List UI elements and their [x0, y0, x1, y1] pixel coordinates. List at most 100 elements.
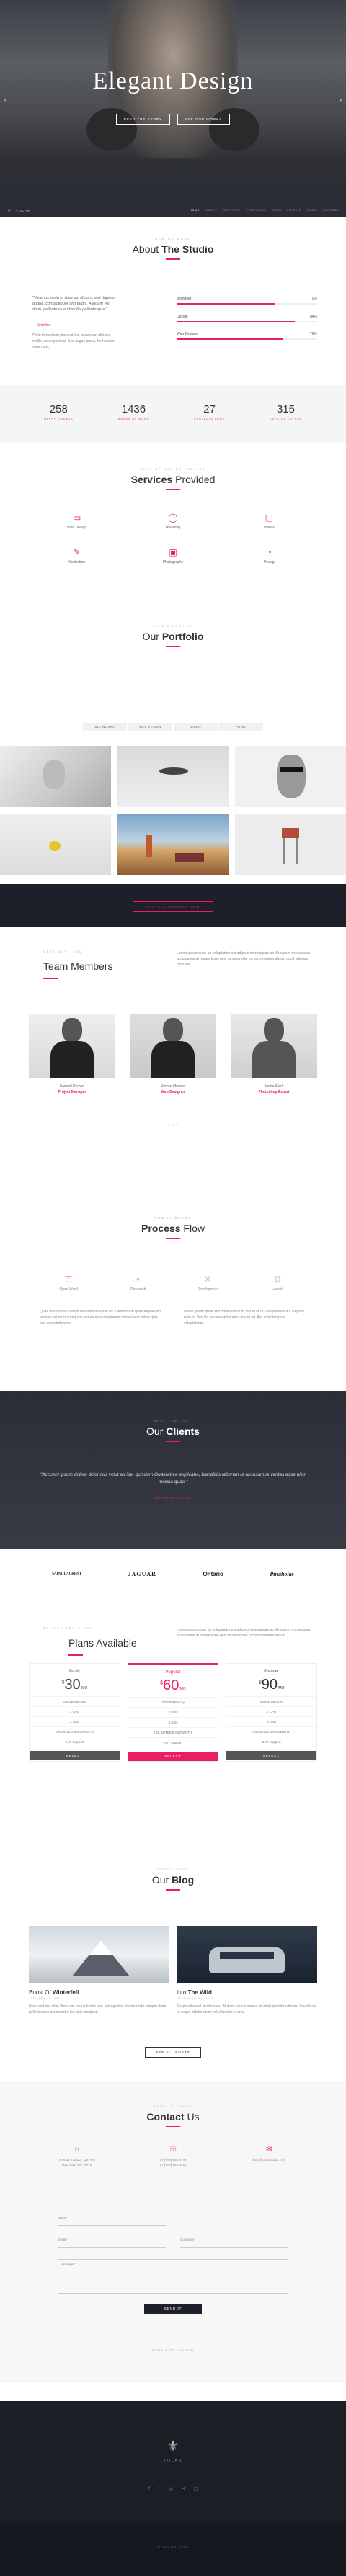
- service-item[interactable]: ◯ Branding: [125, 513, 221, 530]
- plan-feature: 500GB Memory: [226, 1696, 317, 1706]
- hero-title: Elegant Design: [92, 68, 254, 94]
- stat-label: CUPS OF COFFEE: [270, 418, 302, 420]
- twitter-icon[interactable]: t: [159, 2487, 160, 2492]
- step-label: Research: [130, 1287, 146, 1292]
- blog-post[interactable]: Into The Wild DECEMBER 03, 2015 Suspendiss…: [177, 1989, 317, 2015]
- process-step[interactable]: ✕ Development: [182, 1274, 234, 1294]
- portfolio-item-chair[interactable]: [235, 814, 346, 875]
- instagram-icon[interactable]: ◻: [193, 2487, 198, 2492]
- nav-item-portfolio[interactable]: PORTFOLIO: [246, 208, 266, 212]
- scroll-top-link[interactable]: SCROLL TO THE TOP: [0, 2348, 346, 2352]
- clients-title: Our Clients: [146, 1426, 200, 1437]
- step-label: Launch: [271, 1287, 284, 1292]
- portfolio-item-lemon[interactable]: [0, 814, 111, 875]
- stat-item: 27 PROJECTS DONE: [194, 403, 225, 420]
- portfolio-title: Our Portfolio: [142, 631, 204, 642]
- portfolio-item-glasses[interactable]: [235, 746, 346, 807]
- nav-item-pricing[interactable]: PRICING: [287, 208, 301, 212]
- dribbble-icon[interactable]: ◎: [169, 2487, 173, 2492]
- team-member[interactable]: Steven Monroe Web Designer: [130, 1014, 216, 1094]
- team-pagination[interactable]: ● ○ ○: [0, 1123, 346, 1127]
- see-works-button[interactable]: SEE OUR WORKS: [177, 114, 231, 125]
- nav-item-team[interactable]: TEAM: [272, 208, 281, 212]
- plan-name: Basic: [69, 1670, 80, 1674]
- portfolio-section: TAKE A LOOK AT Our Portfolio ALL WORKS WE…: [0, 625, 346, 884]
- service-icon: ✎: [73, 547, 81, 557]
- plan-select-button[interactable]: SELECT: [128, 1752, 218, 1761]
- portfolio-item-bird[interactable]: [117, 746, 229, 807]
- client-logo: JAGUAR: [128, 1571, 156, 1577]
- service-item[interactable]: ▢ Videos: [221, 513, 317, 530]
- team-photo: [231, 1014, 317, 1078]
- team-text: Lorem ipsum quae ab voluptatum est adipi…: [177, 951, 311, 967]
- name-field[interactable]: Name*: [58, 2216, 166, 2226]
- next-slide-arrow[interactable]: ›: [340, 96, 342, 103]
- clients-section: WHAT THEY SAY Our Clients "Accuent ipsum…: [0, 1391, 346, 1549]
- client-logos: SAINT LAURENT JAGUAR Ontario Pinaholas: [0, 1549, 346, 1601]
- email-field[interactable]: Email*: [58, 2238, 166, 2248]
- service-label: Illustration: [68, 560, 86, 564]
- plan-price: $60/MO: [160, 1677, 186, 1693]
- about-section: HOW WE WORK About The Studio "Vivamus po…: [0, 238, 346, 382]
- send-button[interactable]: SEND IT: [144, 2304, 202, 2314]
- skill-bar: Design 84%: [177, 315, 317, 322]
- nav-item-blog[interactable]: BLOG: [307, 208, 316, 212]
- stat-number: 315: [277, 403, 296, 415]
- facebook-icon[interactable]: f: [148, 2487, 150, 2492]
- nav-item-services[interactable]: SERVICES: [223, 208, 240, 212]
- see-all-posts-button[interactable]: SEE ALL POSTS: [145, 2047, 201, 2058]
- process-step[interactable]: ✦ Research: [112, 1274, 164, 1294]
- service-item[interactable]: ✎ Illustration: [29, 547, 125, 564]
- filter-video[interactable]: VIDEO: [174, 723, 218, 731]
- member-name: Janna Stark: [264, 1084, 284, 1089]
- service-item[interactable]: ◔ Prolog: [221, 547, 317, 564]
- process-step[interactable]: ☰ Open Word: [43, 1274, 94, 1294]
- prev-slide-arrow[interactable]: ‹: [4, 96, 6, 103]
- footer-copyright: © VOLAR 2016: [157, 2545, 189, 2549]
- blog-image-car[interactable]: [177, 1926, 317, 1983]
- blog-section: LATEST NEWS Our Blog Bunsi Of Winterfell…: [0, 1868, 346, 2063]
- services-section: WHAT WE CAN DO FOR YOU Services Provided…: [0, 468, 346, 619]
- blog-pre: LATEST NEWS: [156, 1868, 190, 1871]
- stat-number: 258: [49, 403, 68, 415]
- cta-button[interactable]: CONTACT PROJECT NOW: [132, 901, 214, 912]
- nav-item-contact[interactable]: CONTACT: [322, 208, 339, 212]
- nav-item-about[interactable]: ABOUT: [205, 208, 217, 212]
- stat-label: HOURS OF WORK: [117, 418, 150, 420]
- portfolio-item-desert[interactable]: [117, 814, 229, 875]
- client-logo: Ontario: [203, 1571, 223, 1577]
- plan-feature: UNLIMITED BANDWIDTH: [226, 1726, 317, 1737]
- service-item[interactable]: ▣ Photography: [125, 547, 221, 564]
- filter-print[interactable]: PRINT: [219, 723, 263, 731]
- plan-select-button[interactable]: SELECT: [226, 1751, 317, 1760]
- step-icon: ✕: [204, 1274, 212, 1284]
- service-item[interactable]: ▭ Web Design: [29, 513, 125, 530]
- plan-select-button[interactable]: SELECT: [30, 1751, 120, 1760]
- member-role: Web Designer: [161, 1090, 185, 1094]
- company-field[interactable]: Company: [180, 2238, 288, 2248]
- phone-icon: ☏: [168, 2145, 178, 2153]
- hero: Elegant Design READ THE STORY SEE OUR WO…: [0, 0, 346, 158]
- skill-name: Branding: [177, 297, 192, 301]
- portfolio-item-hands[interactable]: [0, 746, 111, 807]
- clients-author: JENNIFER STARK: [154, 1496, 192, 1500]
- service-label: Branding: [165, 526, 180, 530]
- nav-logo-icon: ⚜: [7, 209, 12, 213]
- navbar: ⚜ VOLAR HOME ABOUT SERVICES PORTFOLIO TEAM PR…: [0, 204, 346, 217]
- message-field[interactable]: Message*: [58, 2259, 288, 2294]
- process-section: HOW IT WORKS Process Flow ☰ Open Word ✦ Res…: [0, 1195, 346, 1368]
- team-photo: [130, 1014, 216, 1078]
- read-story-button[interactable]: READ THE STORY: [115, 114, 171, 125]
- blog-image-mountain[interactable]: [29, 1926, 169, 1983]
- behance-icon[interactable]: B: [182, 2487, 185, 2492]
- plan-feature: 24/7 Support: [128, 1737, 218, 1747]
- team-member[interactable]: Samuel Denver Project Manager: [29, 1014, 115, 1094]
- nav-item-home[interactable]: HOME: [190, 208, 200, 212]
- filter-web-design[interactable]: WEB DESIGN: [128, 723, 172, 731]
- filter-all-works[interactable]: ALL WORKS: [83, 723, 127, 731]
- stat-number: 27: [203, 403, 216, 415]
- process-step[interactable]: ⚙ Launch: [252, 1274, 303, 1294]
- plan-card: Basic $30/MO 100GB Memory 1 CPU 2 SSD UNLIMIT…: [29, 1663, 120, 1762]
- team-member[interactable]: Janna Stark Photoshop Expert: [231, 1014, 317, 1094]
- blog-post[interactable]: Bunsi Of Winterfell JANUARY 15, 2016 Nunc …: [29, 1989, 169, 2015]
